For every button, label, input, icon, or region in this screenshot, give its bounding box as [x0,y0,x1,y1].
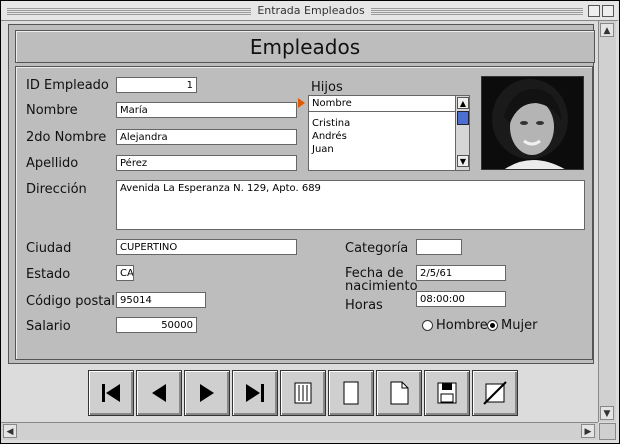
hijos-list-scrollbar[interactable]: ▲ ▼ [455,96,469,170]
duplicate-record-button[interactable] [376,370,422,416]
duplicate-icon [390,381,409,405]
collapse-box-icon[interactable] [602,5,614,17]
horas-field[interactable]: 08:00:00 [416,291,506,307]
save-record-button[interactable] [424,370,470,416]
list-item[interactable]: Juan [312,144,452,156]
salario-field[interactable]: 50000 [116,317,197,333]
ciudad-field[interactable]: CUPERTINO [116,239,297,255]
list-scroll-down-icon[interactable]: ▼ [457,155,469,167]
current-record-marker-icon [298,98,305,108]
last-record-button[interactable] [232,370,278,416]
next-record-button[interactable] [184,370,230,416]
horizontal-scrollbar[interactable]: ◀ ▶ [1,422,598,440]
employee-photo[interactable] [481,76,584,170]
last-record-icon [246,384,264,402]
first-record-button[interactable] [88,370,134,416]
list-scroll-up-icon[interactable]: ▲ [457,97,469,109]
resize-grip-icon[interactable] [599,423,616,440]
label-hijos: Hijos [311,80,343,95]
label-horas: Horas [345,298,383,313]
codigo-postal-field[interactable]: 95014 [116,292,206,308]
title-bar[interactable]: Entrada Empleados [1,1,618,21]
label-segundo-nombre: 2do Nombre [26,130,107,145]
scroll-up-arrow-icon[interactable]: ▲ [600,23,614,37]
radio-selected-dot [490,323,495,328]
list-scroll-thumb[interactable] [457,111,469,125]
save-icon [437,382,457,404]
apellido-field[interactable]: Pérez [116,155,297,171]
label-ciudad: Ciudad [26,241,72,256]
new-record-icon [343,381,359,405]
portrait-image-icon [482,77,583,169]
label-categoria: Categoría [345,241,409,256]
form-header: Empleados [15,30,595,63]
scroll-left-arrow-icon[interactable]: ◀ [3,424,17,438]
previous-record-button[interactable] [136,370,182,416]
label-codigo-postal: Código postal [26,294,115,309]
first-record-icon [102,384,120,402]
scroll-right-arrow-icon[interactable]: ▶ [581,424,595,438]
direccion-field[interactable]: Avenida La Esperanza N. 129, Apto. 689 [116,180,585,230]
label-estado: Estado [26,267,71,282]
radio-mujer[interactable] [487,320,498,331]
cancel-record-button[interactable] [472,370,518,416]
list-item[interactable]: Cristina [312,118,452,130]
scroll-down-arrow-icon[interactable]: ▼ [600,406,614,420]
zoom-box-icon[interactable] [588,5,600,17]
radio-hombre[interactable] [422,320,433,331]
label-mujer: Mujer [501,318,538,333]
form-title: Empleados [249,35,361,59]
next-record-icon [200,384,214,402]
hijos-list-header: Nombre [309,96,455,112]
delete-icon [294,382,312,404]
segundo-nombre-field[interactable]: Alejandra [116,129,297,145]
label-fecha-nacimiento-2: nacimiento [345,279,418,294]
label-salario: Salario [26,319,71,334]
label-nombre: Nombre [26,103,78,118]
categoria-field[interactable] [416,239,462,255]
label-apellido: Apellido [26,156,79,171]
label-hombre: Hombre [436,318,488,333]
cancel-icon [483,381,507,405]
hijos-list[interactable]: Nombre Cristina Andrés Juan ▲ ▼ [308,95,470,171]
list-item[interactable]: Andrés [312,131,452,143]
id-empleado-field[interactable]: 1 [116,77,197,93]
label-direccion: Dirección [26,182,87,197]
new-record-button[interactable] [328,370,374,416]
nombre-field[interactable]: María [116,102,297,118]
fecha-nacimiento-field[interactable]: 2/5/61 [416,265,506,281]
delete-record-button[interactable] [280,370,326,416]
window-title: Entrada Empleados [251,3,371,19]
vertical-scrollbar[interactable]: ▲ ▼ [598,21,616,422]
previous-record-icon [152,384,166,402]
label-id-empleado: ID Empleado [26,78,109,93]
estado-field[interactable]: CA [116,265,134,281]
